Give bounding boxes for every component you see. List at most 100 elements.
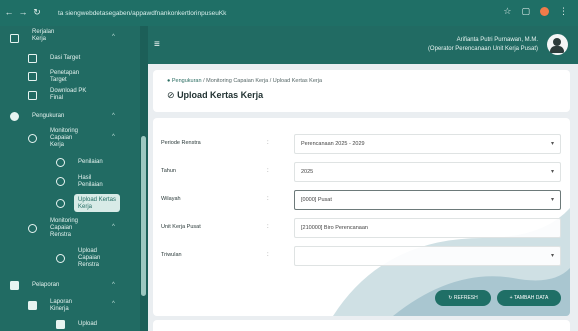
- refresh-button[interactable]: ↻ REFRESH: [435, 290, 491, 306]
- triwulan-select[interactable]: ▾: [294, 246, 561, 266]
- field-label: Periode Renstra: [161, 140, 201, 146]
- chevron-down-icon: ▾: [550, 169, 554, 175]
- check-circle-icon: [56, 254, 65, 263]
- chevron-up-icon: ^: [112, 113, 115, 119]
- field-label: Unit Kerja Pusat: [161, 224, 201, 230]
- refresh-icon: ↻: [448, 295, 453, 301]
- sidebar-item-label: Download PK Final: [50, 88, 87, 101]
- chevron-down-icon: ▾: [550, 197, 554, 203]
- field-colon: :: [267, 224, 269, 230]
- sidebar-item-label: Upload: [78, 321, 98, 327]
- user-role: (Operator Perencanaan Unit Kerja Pusat): [427, 46, 538, 52]
- refresh-button-label: REFRESH: [453, 295, 478, 301]
- field-label: Wilayah: [161, 196, 181, 202]
- select-value: Perencanaan 2025 - 2029: [301, 141, 365, 147]
- field-label: Triwulan: [161, 252, 182, 258]
- breadcrumb-separator: /: [203, 78, 205, 84]
- doc-icon: [28, 91, 37, 100]
- sidebar-item-label: Upload Capaian Renstra: [78, 248, 101, 268]
- star-icon[interactable]: ☆: [503, 6, 511, 17]
- extensions-icon[interactable]: ▢: [521, 6, 530, 17]
- data-card: [153, 320, 570, 331]
- sidebar-item-pelaporan[interactable]: Pelaporan ^: [0, 279, 140, 293]
- breadcrumb-card: ● Pengukuran / Monitoring Capaian Kerja …: [153, 70, 570, 112]
- sidebar-item-label: Upload Kertas Kerja: [78, 197, 117, 210]
- sidebar-item-label: Pengukuran: [32, 113, 65, 119]
- profile-icon[interactable]: [540, 7, 549, 16]
- field-label: Tahun: [161, 168, 176, 174]
- form-row-periode: Periode Renstra : Perencanaan 2025 - 202…: [161, 134, 561, 154]
- field-colon: :: [267, 252, 269, 258]
- sidebar-item-upload[interactable]: Upload: [0, 318, 140, 331]
- check-circle-icon: [28, 224, 37, 233]
- select-value: [0000] Pusat: [301, 197, 332, 203]
- page-title: ⊘ Upload Kertas Kerja: [167, 90, 263, 101]
- chevron-up-icon: ^: [112, 301, 115, 307]
- unit-kerja-select[interactable]: [210000] Biro Perencanaan: [294, 218, 561, 238]
- sidebar-item-label: Pelaporan: [32, 282, 60, 288]
- circle-dot-icon: [10, 112, 19, 121]
- address-bar[interactable]: ta siengwebdetasegaben/appawdfnankonkert…: [58, 8, 438, 19]
- hamburger-icon[interactable]: ≡: [154, 39, 160, 50]
- field-colon: :: [267, 168, 269, 174]
- sidebar-item-monitoring-capaian-kerja[interactable]: Monitoring Capaian Kerja ^: [0, 126, 140, 152]
- field-colon: :: [267, 196, 269, 202]
- sidebar-item-penetapan-target[interactable]: Penetapan Target: [0, 68, 140, 86]
- sidebar: Rerjalan Kerja ^ Dasi Target Penetapan T…: [0, 26, 148, 331]
- sidebar-item-dasi-target[interactable]: Dasi Target: [0, 52, 140, 66]
- breadcrumb-current: Upload Kertas Kerja: [272, 78, 323, 84]
- breadcrumb-link-monitoring[interactable]: Monitoring Capaian Kerja: [206, 78, 268, 84]
- breadcrumb: ● Pengukuran / Monitoring Capaian Kerja …: [167, 78, 322, 84]
- chevron-down-icon: ▾: [550, 253, 554, 259]
- add-data-button[interactable]: + TAMBAH DATA: [497, 290, 561, 306]
- breadcrumb-link-pengukuran[interactable]: Pengukuran: [172, 78, 202, 84]
- form-row-wilayah: Wilayah : [0000] Pusat ▾: [161, 190, 561, 210]
- more-icon[interactable]: ⋮: [559, 6, 568, 17]
- check-circle-icon: [56, 199, 65, 208]
- tahun-select[interactable]: 2025 ▾: [294, 162, 561, 182]
- chevron-up-icon: ^: [112, 224, 115, 230]
- sidebar-item-pengukuran[interactable]: Pengukuran ^: [0, 110, 140, 124]
- periode-select[interactable]: Perencanaan 2025 - 2029 ▾: [294, 134, 561, 154]
- sidebar-item-laporan-kinerja[interactable]: Laporan Kinerja ^: [0, 296, 140, 316]
- arrow-right-icon[interactable]: →: [18, 7, 28, 17]
- select-value: [210000] Biro Perencanaan: [301, 225, 368, 231]
- user-avatar-icon[interactable]: [547, 34, 568, 55]
- sidebar-item-upload-capaian-renstra[interactable]: Upload Capaian Renstra: [0, 246, 140, 272]
- chevron-down-icon: ▾: [550, 141, 554, 147]
- reload-icon[interactable]: ↻: [32, 7, 42, 18]
- sidebar-item-hasil-penilaian[interactable]: Hasil Penilaian: [0, 172, 140, 192]
- sidebar-item-label: Hasil Penilaian: [78, 175, 103, 188]
- sidebar-scrollbar-thumb[interactable]: [141, 136, 146, 296]
- doc-icon: [56, 320, 65, 329]
- sidebar-item-penilaian[interactable]: Penilaian: [0, 156, 140, 170]
- sidebar-item-upload-kertas-kerja[interactable]: Upload Kertas Kerja: [0, 194, 140, 214]
- home-dot-icon: ●: [167, 78, 171, 84]
- chevron-up-icon: ^: [112, 282, 115, 288]
- sidebar-item-label: Penetapan Target: [50, 70, 80, 83]
- doc-icon: [28, 54, 37, 63]
- form-row-triwulan: Triwulan : ▾: [161, 246, 561, 266]
- sidebar-item-label: Monitoring Capaian Renstra: [50, 218, 79, 238]
- sidebar-item-download-pk[interactable]: Download PK Final: [0, 86, 140, 104]
- sidebar-item-label: Laporan Kinerja: [50, 299, 73, 312]
- form-row-unit-kerja: Unit Kerja Pusat : [210000] Biro Perenca…: [161, 218, 561, 238]
- chevron-up-icon: ^: [112, 34, 115, 40]
- wilayah-select[interactable]: [0000] Pusat ▾: [294, 190, 561, 210]
- filter-form-card: Periode Renstra : Perencanaan 2025 - 202…: [153, 118, 570, 316]
- sidebar-item-rencana-kerja[interactable]: Rerjalan Kerja ^: [0, 28, 140, 50]
- check-circle-icon: [28, 134, 37, 143]
- field-colon: :: [267, 140, 269, 146]
- add-data-button-label: + TAMBAH DATA: [509, 295, 549, 301]
- sidebar-item-label: Rerjalan Kerja: [32, 29, 55, 42]
- square-icon: [10, 281, 19, 290]
- page-title-text: Upload Kertas Kerja: [177, 90, 264, 100]
- sidebar-item-monitoring-capaian-renstra[interactable]: Monitoring Capaian Renstra ^: [0, 216, 140, 242]
- sidebar-item-label: Monitoring Capaian Kerja: [50, 128, 79, 148]
- check-circle-icon: [56, 158, 65, 167]
- top-bar: ≡ Arifianta Putri Purnawan, M.M. (Operat…: [148, 26, 578, 64]
- sidebar-item-label: Dasi Target: [50, 55, 81, 61]
- doc-icon: [10, 34, 19, 43]
- check-circle-icon: ⊘: [167, 90, 175, 100]
- arrow-left-icon[interactable]: ←: [4, 7, 14, 17]
